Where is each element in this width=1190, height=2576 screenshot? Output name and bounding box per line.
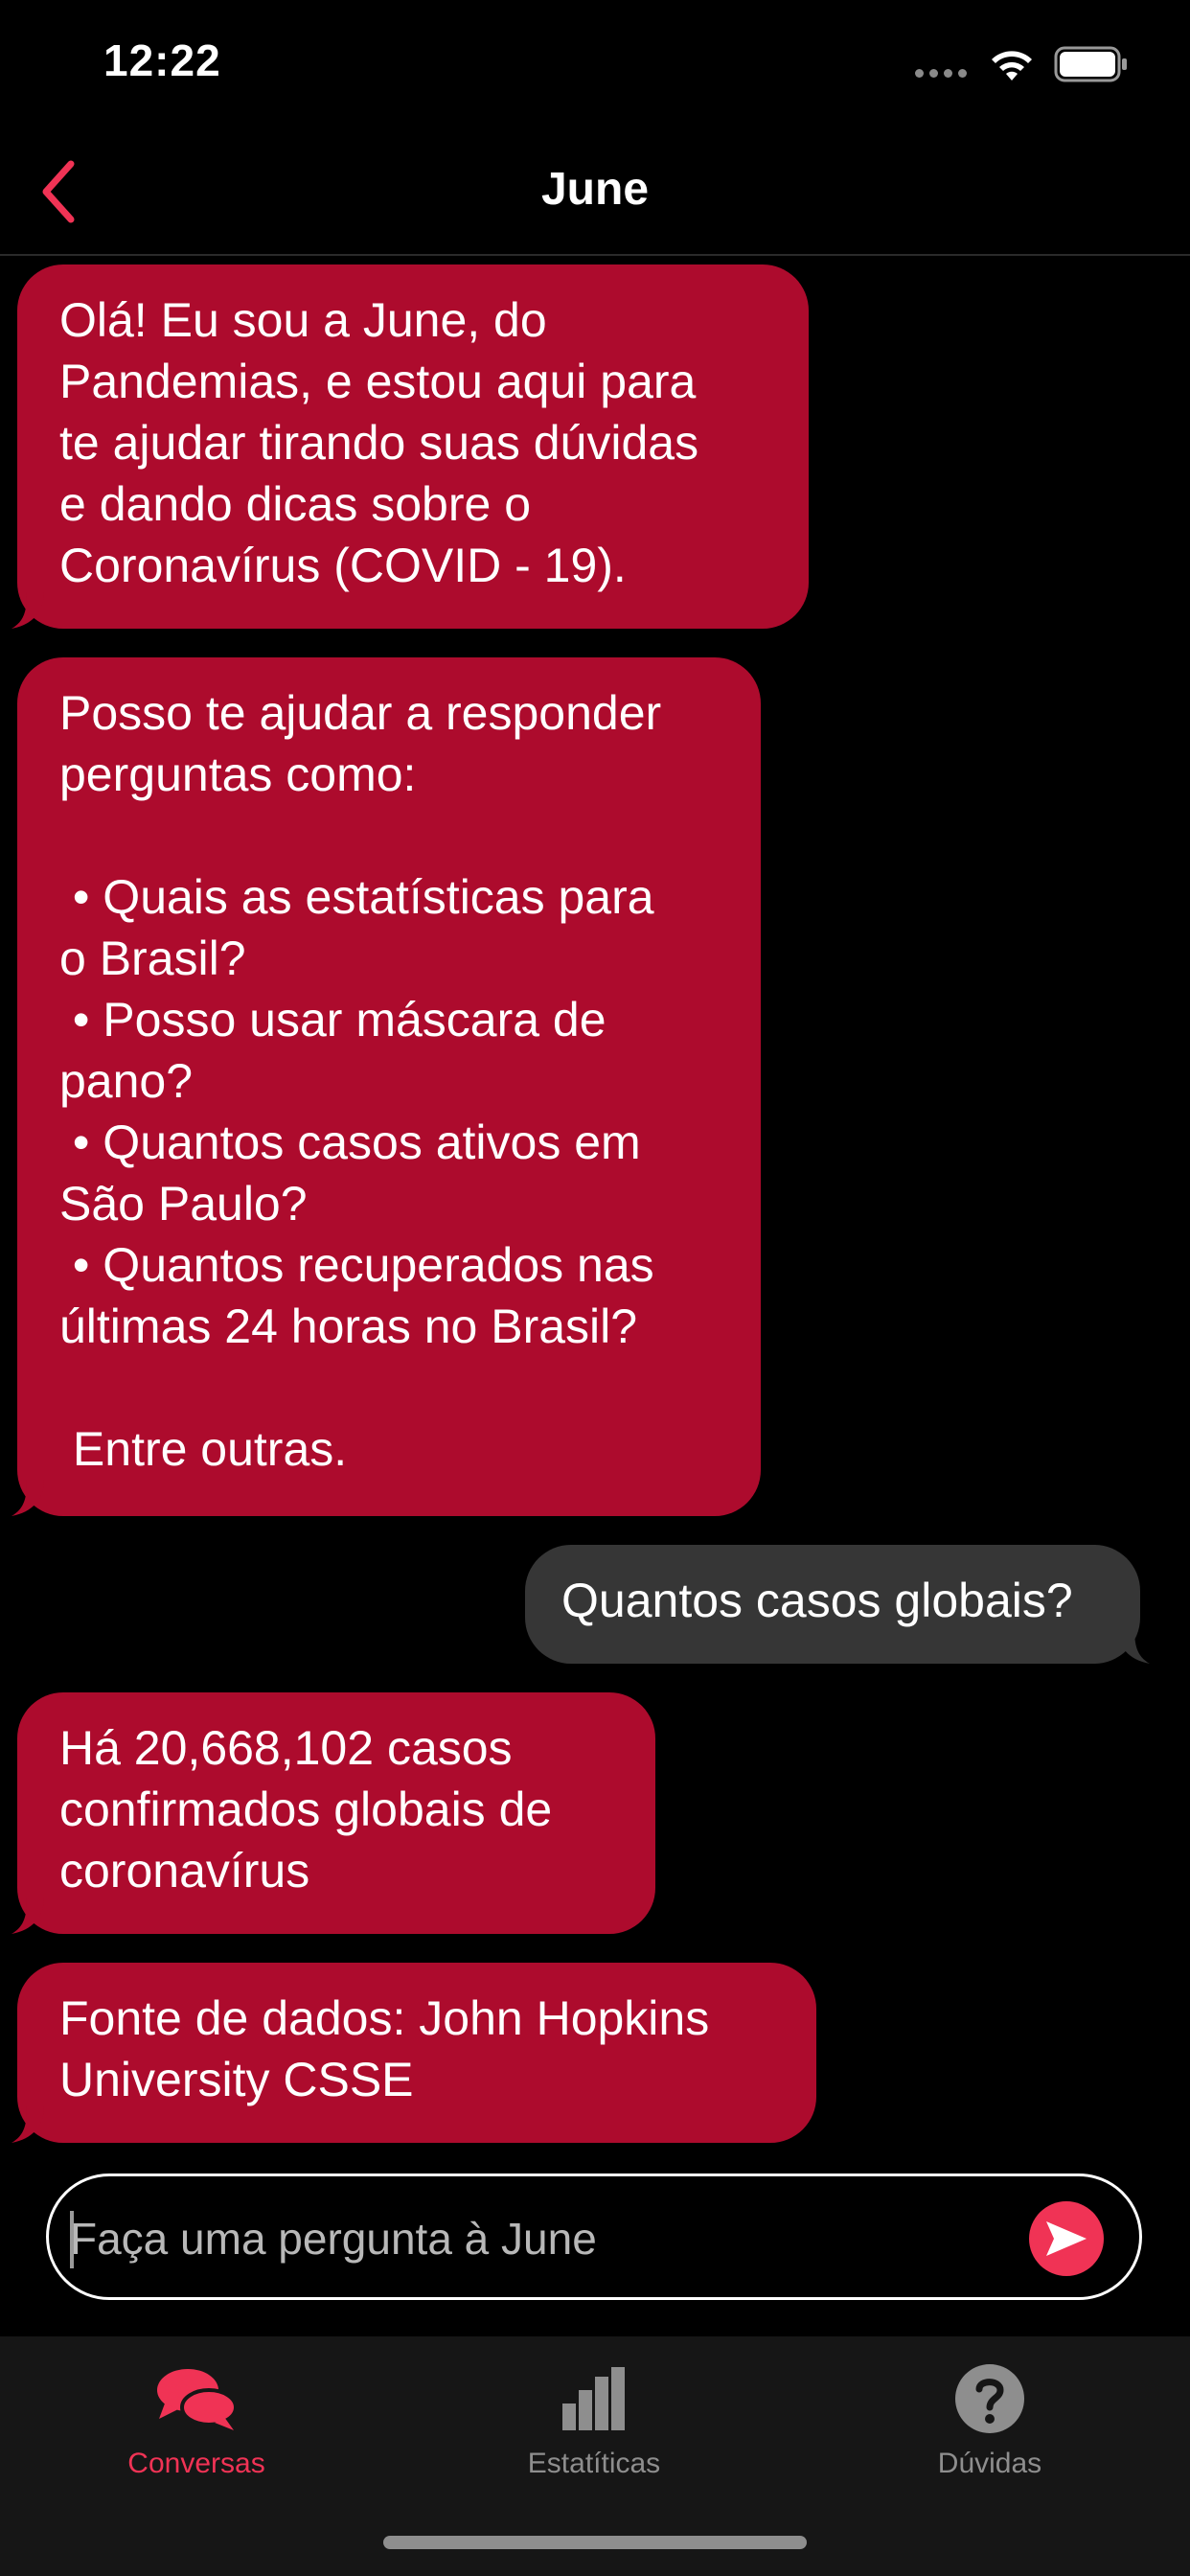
bot-message: Há 20,668,102 casos confirmados globais …	[17, 1692, 655, 1934]
chat-bubbles-icon	[157, 2369, 238, 2430]
status-time: 12:22	[103, 35, 221, 85]
chat-thread: Olá! Eu sou a June, do Pandemias, e esto…	[0, 257, 1190, 2154]
bubble-tail	[11, 1898, 44, 1934]
bot-message: Posso te ajudar a responder perguntas co…	[17, 657, 761, 1516]
tab-label: Estatíticas	[527, 2448, 661, 2479]
send-icon	[1046, 2221, 1087, 2256]
bubble-tail	[11, 592, 44, 629]
tab-label: Conversas	[127, 2448, 265, 2479]
message-input-container	[46, 2174, 1142, 2300]
message-input[interactable]	[68, 2196, 1011, 2282]
wifi-icon	[992, 51, 1032, 80]
status-bar: 12:22	[0, 0, 1190, 134]
bot-message: Fonte de dados: John Hopkins University …	[17, 1963, 816, 2143]
tab-label: Dúvidas	[937, 2448, 1042, 2479]
bar-chart-icon	[562, 2367, 625, 2430]
user-message: Quantos casos globais?	[525, 1545, 1140, 1664]
bubble-tail	[11, 1480, 44, 1516]
bubble-tail	[11, 2106, 44, 2143]
question-circle-icon	[955, 2364, 1024, 2433]
tab-conversas[interactable]: Conversas	[53, 2356, 340, 2509]
page-title: June	[540, 164, 650, 215]
bot-message: Olá! Eu sou a June, do Pandemias, e esto…	[17, 264, 809, 629]
bubble-tail	[1117, 1627, 1150, 1664]
tab-estatisticas[interactable]: Estatíticas	[450, 2356, 738, 2509]
home-indicator[interactable]	[383, 2536, 807, 2549]
text-caret	[70, 2211, 74, 2268]
battery-icon	[1054, 46, 1127, 82]
navigation-bar: June	[0, 134, 1190, 256]
tab-duvidas[interactable]: Dúvidas	[846, 2356, 1133, 2509]
send-button[interactable]	[1029, 2201, 1104, 2276]
cellular-signal-icon	[915, 69, 971, 80]
